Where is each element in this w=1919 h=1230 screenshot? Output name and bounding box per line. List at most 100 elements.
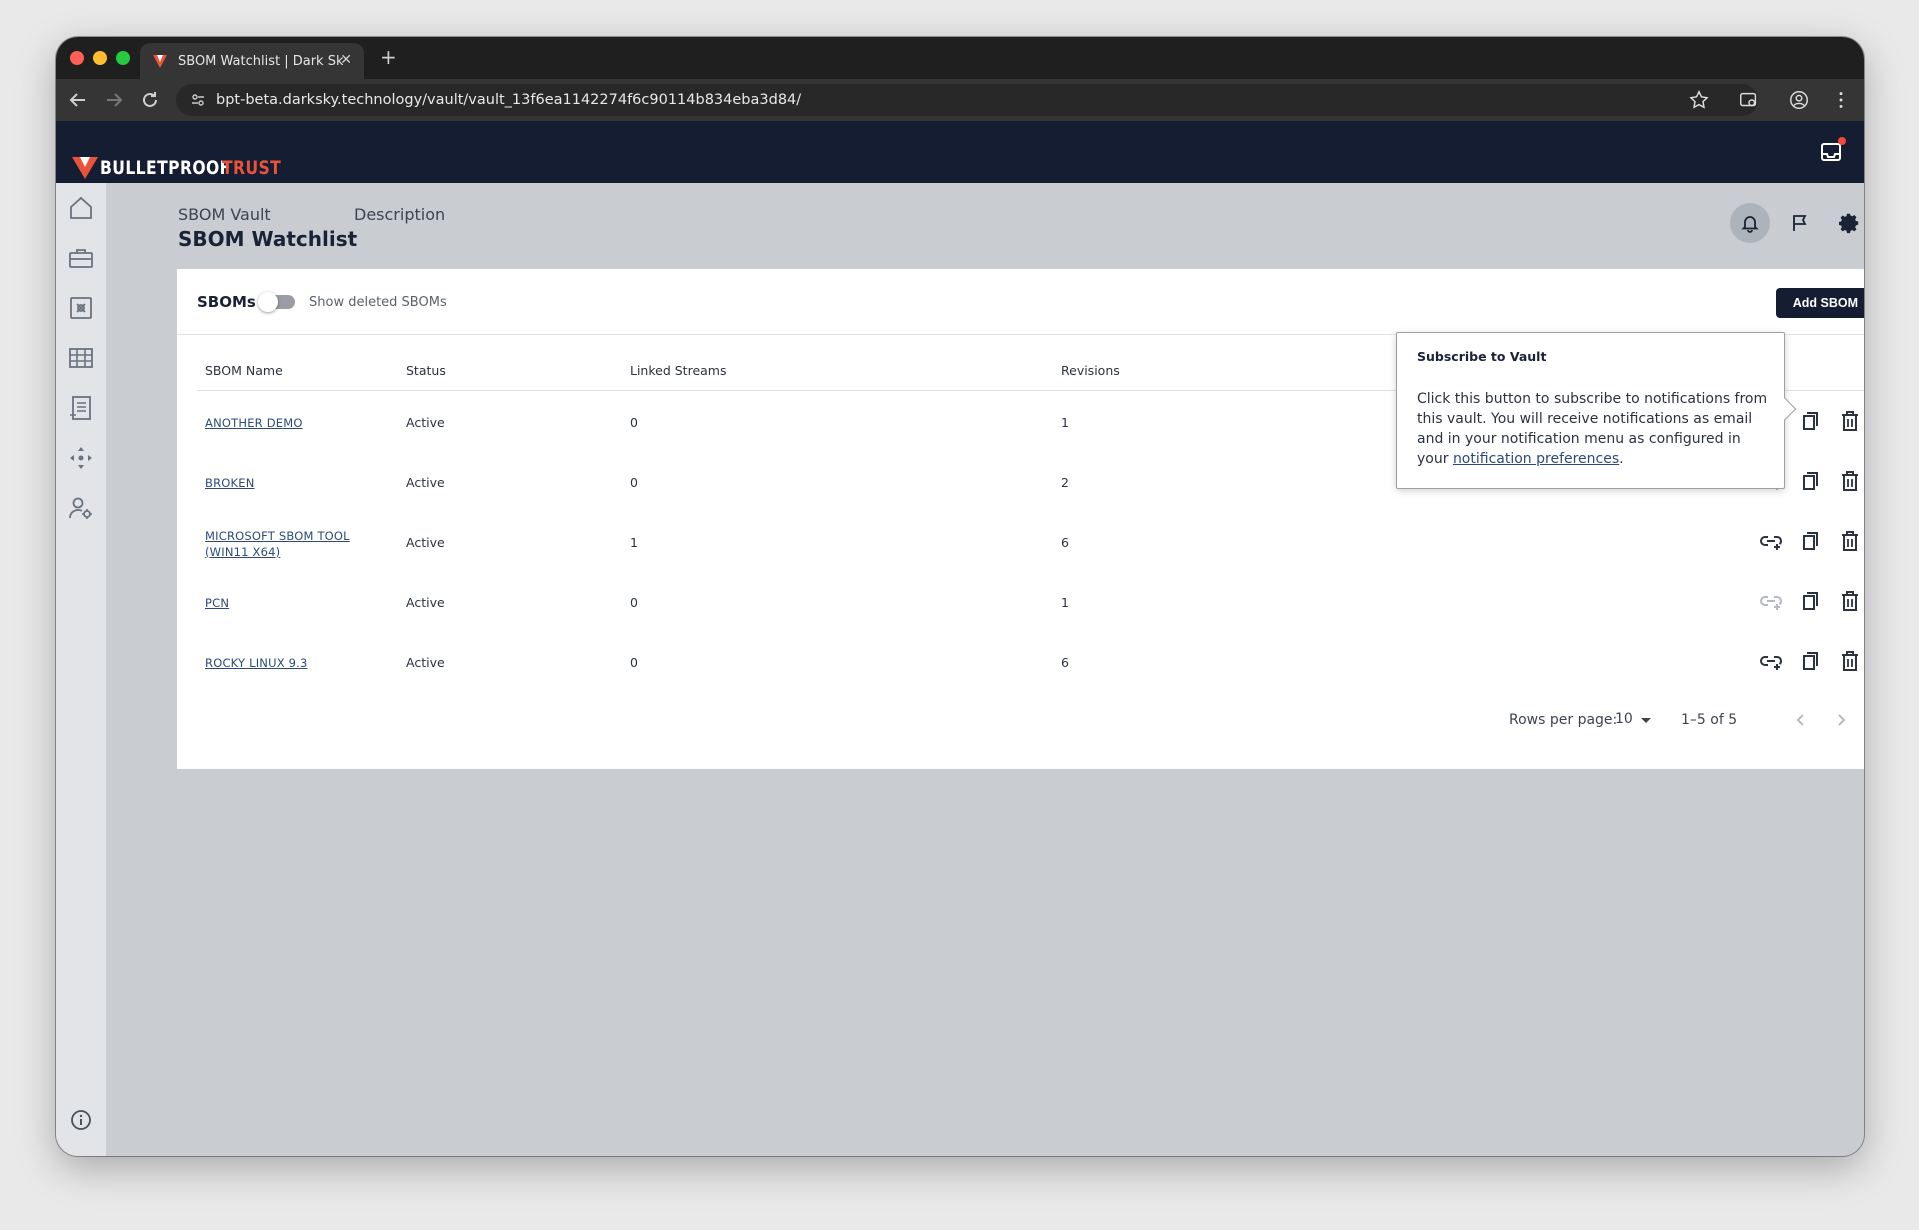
column-header-status[interactable]: Status [406, 363, 446, 378]
breadcrumb[interactable]: SBOM Vault [178, 205, 271, 224]
description-label[interactable]: Description [354, 205, 445, 224]
delete-icon[interactable] [1838, 469, 1862, 493]
minimize-window-button[interactable] [93, 51, 107, 65]
bell-icon [1741, 216, 1759, 233]
tab-title: SBOM Watchlist | Dark Sky Te [178, 53, 343, 69]
profile-icon[interactable] [1788, 89, 1810, 111]
sbom-name-link[interactable]: MICROSOFT SBOM TOOL (WIN11 X64) [205, 528, 365, 560]
sbom-status: Active [406, 535, 445, 550]
delete-icon[interactable] [1838, 649, 1862, 673]
bulletproof-favicon-icon [153, 55, 167, 68]
address-bar[interactable]: bpt-beta.darksky.technology/vault/vault_… [176, 84, 1758, 116]
page-title: SBOM Watchlist [178, 227, 358, 251]
sbom-linked-streams: 0 [630, 595, 638, 610]
forward-icon[interactable] [102, 88, 126, 112]
sbom-status: Active [406, 475, 445, 490]
flag-icon [1793, 215, 1807, 231]
logo-mark-icon [72, 157, 98, 179]
tooltip-end: . [1619, 451, 1624, 467]
pagination: Rows per page: 10 1–5 of 5 [1395, 705, 1864, 735]
reload-icon[interactable] [138, 88, 162, 112]
flag-button[interactable] [1780, 203, 1820, 243]
column-header-revisions[interactable]: Revisions [1061, 363, 1120, 378]
sbom-name-link[interactable]: BROKEN [205, 475, 365, 491]
document-list-icon[interactable] [68, 395, 94, 421]
rows-per-page-select[interactable]: 10 [1615, 711, 1633, 727]
copy-icon[interactable] [1798, 649, 1822, 673]
briefcase-icon[interactable] [68, 245, 94, 271]
add-sbom-button[interactable]: Add SBOM [1775, 288, 1864, 318]
toggle-knob [258, 292, 278, 312]
tab-strip: SBOM Watchlist | Dark Sky Te ✕ + [56, 37, 1864, 79]
tooltip-title: Subscribe to Vault [1417, 349, 1547, 364]
table-row: PCN Active 0 1 [197, 571, 1864, 631]
sbom-name-link[interactable]: ANOTHER DEMO [205, 415, 365, 431]
tab-close-icon[interactable]: ✕ [340, 52, 352, 68]
subscribe-tooltip: Subscribe to Vault Click this button to … [1396, 332, 1797, 489]
gear-icon [1839, 213, 1859, 234]
pagination-range: 1–5 of 5 [1681, 712, 1738, 728]
sbom-linked-streams: 1 [630, 535, 638, 550]
site-settings-icon[interactable] [190, 92, 206, 108]
sbom-status: Active [406, 655, 445, 670]
browser-toolbar: bpt-beta.darksky.technology/vault/vault_… [56, 79, 1864, 121]
bookmark-star-icon[interactable] [1688, 89, 1710, 111]
close-window-button[interactable] [70, 51, 84, 65]
tab-search-icon[interactable] [1738, 89, 1760, 111]
link-stream-icon[interactable] [1759, 589, 1783, 613]
info-icon[interactable] [70, 1109, 92, 1131]
sbom-name-link[interactable]: ROCKY LINUX 9.3 [205, 655, 365, 671]
table-row: ROCKY LINUX 9.3 Active 0 6 [197, 631, 1864, 691]
browser-window: SBOM Watchlist | Dark Sky Te ✕ + bpt-bet… [56, 37, 1864, 1156]
new-tab-button[interactable]: + [380, 45, 397, 69]
copy-icon[interactable] [1798, 469, 1822, 493]
previous-page-icon[interactable] [1792, 711, 1810, 729]
url-text[interactable]: bpt-beta.darksky.technology/vault/vault_… [216, 92, 801, 108]
browser-tab[interactable]: SBOM Watchlist | Dark Sky Te ✕ [140, 43, 364, 79]
show-deleted-toggle[interactable] [258, 292, 295, 312]
app-header: BULLETPROOF TRUST [56, 121, 1864, 183]
sbom-name-link[interactable]: PCN [205, 595, 365, 611]
copy-icon[interactable] [1798, 529, 1822, 553]
vault-icon[interactable] [68, 295, 94, 321]
sbom-linked-streams: 0 [630, 475, 638, 490]
next-page-icon[interactable] [1832, 711, 1850, 729]
user-settings-icon[interactable] [68, 495, 94, 521]
sbom-revisions: 2 [1061, 475, 1069, 490]
sbom-revisions: 1 [1061, 595, 1069, 610]
table-row: MICROSOFT SBOM TOOL (WIN11 X64) Active 1 6 [197, 511, 1864, 571]
sbom-revisions: 6 [1061, 535, 1069, 550]
settings-button[interactable] [1830, 203, 1864, 243]
tooltip-body: Click this button to subscribe to notifi… [1417, 389, 1769, 469]
subscribe-button[interactable] [1730, 203, 1770, 243]
copy-icon[interactable] [1798, 409, 1822, 433]
bulletproof-trust-logo[interactable]: BULLETPROOF TRUST [72, 157, 295, 179]
back-icon[interactable] [66, 88, 90, 112]
rows-per-page-label: Rows per page: [1509, 712, 1618, 728]
sbom-revisions: 6 [1061, 655, 1069, 670]
delete-icon[interactable] [1838, 529, 1862, 553]
link-stream-icon[interactable] [1759, 649, 1783, 673]
grid-table-icon[interactable] [68, 345, 94, 371]
sidebar [56, 183, 106, 1156]
browser-menu-icon[interactable] [1830, 89, 1852, 111]
sbom-linked-streams: 0 [630, 655, 638, 670]
logo-word-trust: TRUST [222, 157, 282, 179]
show-deleted-label: Show deleted SBOMs [309, 295, 447, 310]
sbom-revisions: 1 [1061, 415, 1069, 430]
move-arrows-icon[interactable] [68, 445, 94, 471]
logo-word-bulletproof: BULLETPROOF [100, 157, 231, 179]
column-header-linked-streams[interactable]: Linked Streams [630, 363, 727, 378]
sbom-status: Active [406, 415, 445, 430]
notification-preferences-link[interactable]: notification preferences [1453, 451, 1619, 467]
delete-icon[interactable] [1838, 409, 1862, 433]
maximize-window-button[interactable] [116, 51, 130, 65]
sboms-title: SBOMs [197, 293, 256, 311]
copy-icon[interactable] [1798, 589, 1822, 613]
home-icon[interactable] [68, 195, 94, 221]
delete-icon[interactable] [1838, 589, 1862, 613]
dropdown-caret-icon[interactable] [1641, 718, 1651, 723]
sbom-linked-streams: 0 [630, 415, 638, 430]
link-stream-icon[interactable] [1759, 529, 1783, 553]
column-header-name[interactable]: SBOM Name [205, 363, 283, 378]
